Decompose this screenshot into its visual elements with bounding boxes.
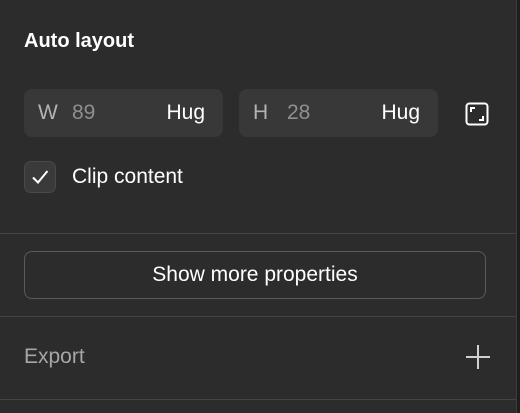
section-divider bbox=[0, 399, 516, 400]
height-value[interactable]: 28 bbox=[287, 101, 310, 125]
section-divider bbox=[0, 233, 516, 234]
add-export-button[interactable] bbox=[462, 341, 494, 373]
panel-scrollbar[interactable] bbox=[516, 0, 520, 413]
height-field[interactable]: H 28 Hug bbox=[239, 89, 438, 137]
clip-content-row[interactable]: Clip content bbox=[24, 160, 183, 194]
section-divider bbox=[0, 316, 516, 317]
height-label: H bbox=[253, 101, 269, 124]
show-more-properties-button[interactable]: Show more properties bbox=[24, 251, 486, 299]
resize-to-fit-icon bbox=[465, 102, 489, 126]
width-mode-dropdown[interactable]: Hug bbox=[166, 101, 205, 125]
plus-icon bbox=[466, 345, 490, 369]
resize-to-fit-button[interactable] bbox=[462, 99, 492, 129]
clip-content-checkbox[interactable] bbox=[24, 161, 56, 193]
width-field[interactable]: W 89 Hug bbox=[24, 89, 223, 137]
height-mode-dropdown[interactable]: Hug bbox=[381, 101, 420, 125]
export-section-title: Export bbox=[24, 345, 85, 368]
clip-content-label: Clip content bbox=[72, 165, 183, 188]
checkmark-icon bbox=[32, 170, 49, 184]
width-label: W bbox=[38, 101, 58, 124]
width-value[interactable]: 89 bbox=[72, 101, 95, 125]
auto-layout-title: Auto layout bbox=[24, 30, 134, 52]
design-panel: Auto layout W 89 Hug H 28 Hug Clip conte… bbox=[0, 0, 520, 413]
